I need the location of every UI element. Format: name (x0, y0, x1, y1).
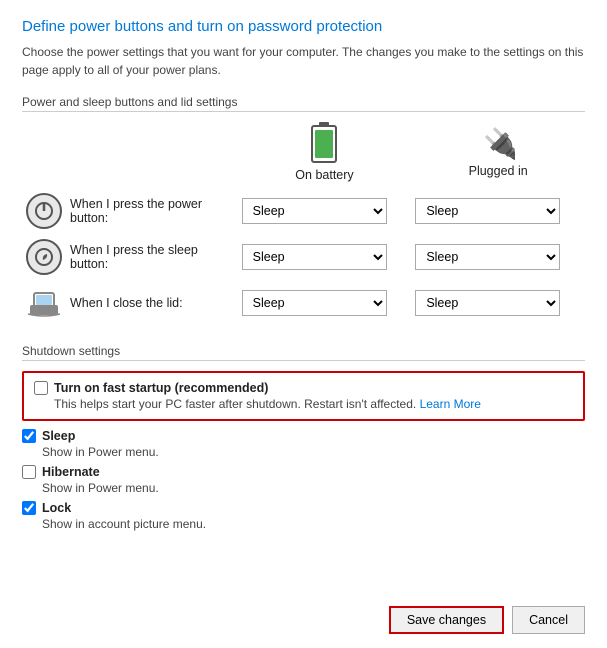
sleep-option-label[interactable]: Sleep (42, 429, 75, 443)
plugged-in-label: Plugged in (469, 164, 528, 178)
hibernate-checkbox[interactable] (22, 465, 36, 479)
hibernate-option-label[interactable]: Hibernate (42, 465, 100, 479)
fast-startup-description: This helps start your PC faster after sh… (54, 397, 416, 411)
lock-option-row: Lock (22, 501, 585, 515)
table-row: When I press the sleep button: Do nothin… (22, 234, 585, 280)
table-row: When I press the power button: Do nothin… (22, 188, 585, 234)
power-button-plugged-in-select[interactable]: Do nothing Sleep Hibernate Shut down (415, 198, 560, 224)
fast-startup-desc: This helps start your PC faster after sh… (54, 397, 573, 411)
sleep-option-sublabel: Show in Power menu. (42, 445, 585, 459)
sleep-icon (26, 239, 62, 275)
learn-more-link[interactable]: Learn More (420, 397, 481, 411)
plugged-in-icon: 🔌 (481, 126, 515, 160)
sleep-button-label: When I press the sleep button: (70, 243, 234, 271)
battery-icon (310, 122, 338, 164)
lid-on-battery-select[interactable]: Do nothing Sleep Hibernate Shut down (242, 290, 387, 316)
cancel-button[interactable]: Cancel (512, 606, 585, 634)
page-title: Define power buttons and turn on passwor… (22, 18, 585, 35)
fast-startup-checkbox[interactable] (34, 381, 48, 395)
on-battery-label: On battery (295, 168, 353, 182)
buttons-section-header: Power and sleep buttons and lid settings (22, 95, 585, 112)
power-button-label: When I press the power button: (70, 197, 234, 225)
page-description: Choose the power settings that you want … (22, 43, 585, 79)
sleep-button-on-battery-select[interactable]: Do nothing Sleep Hibernate Shut down (242, 244, 387, 270)
plugged-in-header: 🔌 Plugged in (411, 126, 585, 178)
lid-label: When I close the lid: (70, 296, 183, 310)
fast-startup-label[interactable]: Turn on fast startup (recommended) (54, 381, 268, 395)
on-battery-header: On battery (238, 122, 412, 182)
lid-plugged-in-select[interactable]: Do nothing Sleep Hibernate Shut down (415, 290, 560, 316)
hibernate-option-block: Hibernate Show in Power menu. (22, 465, 585, 495)
power-settings-table: On battery 🔌 Plugged in (22, 122, 585, 326)
lid-label-cell: When I close the lid: (26, 285, 234, 321)
sleep-button-label-cell: When I press the sleep button: (26, 239, 234, 275)
sleep-checkbox[interactable] (22, 429, 36, 443)
sleep-button-plugged-in-select[interactable]: Do nothing Sleep Hibernate Shut down (415, 244, 560, 270)
lid-icon (26, 285, 62, 321)
hibernate-option-row: Hibernate (22, 465, 585, 479)
hibernate-option-sublabel: Show in Power menu. (42, 481, 585, 495)
fast-startup-row: Turn on fast startup (recommended) (34, 381, 573, 395)
save-button[interactable]: Save changes (389, 606, 504, 634)
shutdown-section: Shutdown settings Turn on fast startup (… (22, 344, 585, 594)
power-icon (26, 193, 62, 229)
svg-text:🔌: 🔌 (483, 126, 515, 160)
shutdown-section-header: Shutdown settings (22, 344, 585, 361)
lock-checkbox[interactable] (22, 501, 36, 515)
lock-option-block: Lock Show in account picture menu. (22, 501, 585, 531)
lock-option-label[interactable]: Lock (42, 501, 71, 515)
footer: Save changes Cancel (22, 594, 585, 634)
power-button-on-battery-select[interactable]: Do nothing Sleep Hibernate Shut down (242, 198, 387, 224)
sleep-option-row: Sleep (22, 429, 585, 443)
power-button-label-cell: When I press the power button: (26, 193, 234, 229)
fast-startup-box: Turn on fast startup (recommended) This … (22, 371, 585, 421)
table-row: When I close the lid: Do nothing Sleep H… (22, 280, 585, 326)
sleep-option-block: Sleep Show in Power menu. (22, 429, 585, 459)
lock-option-sublabel: Show in account picture menu. (42, 517, 585, 531)
